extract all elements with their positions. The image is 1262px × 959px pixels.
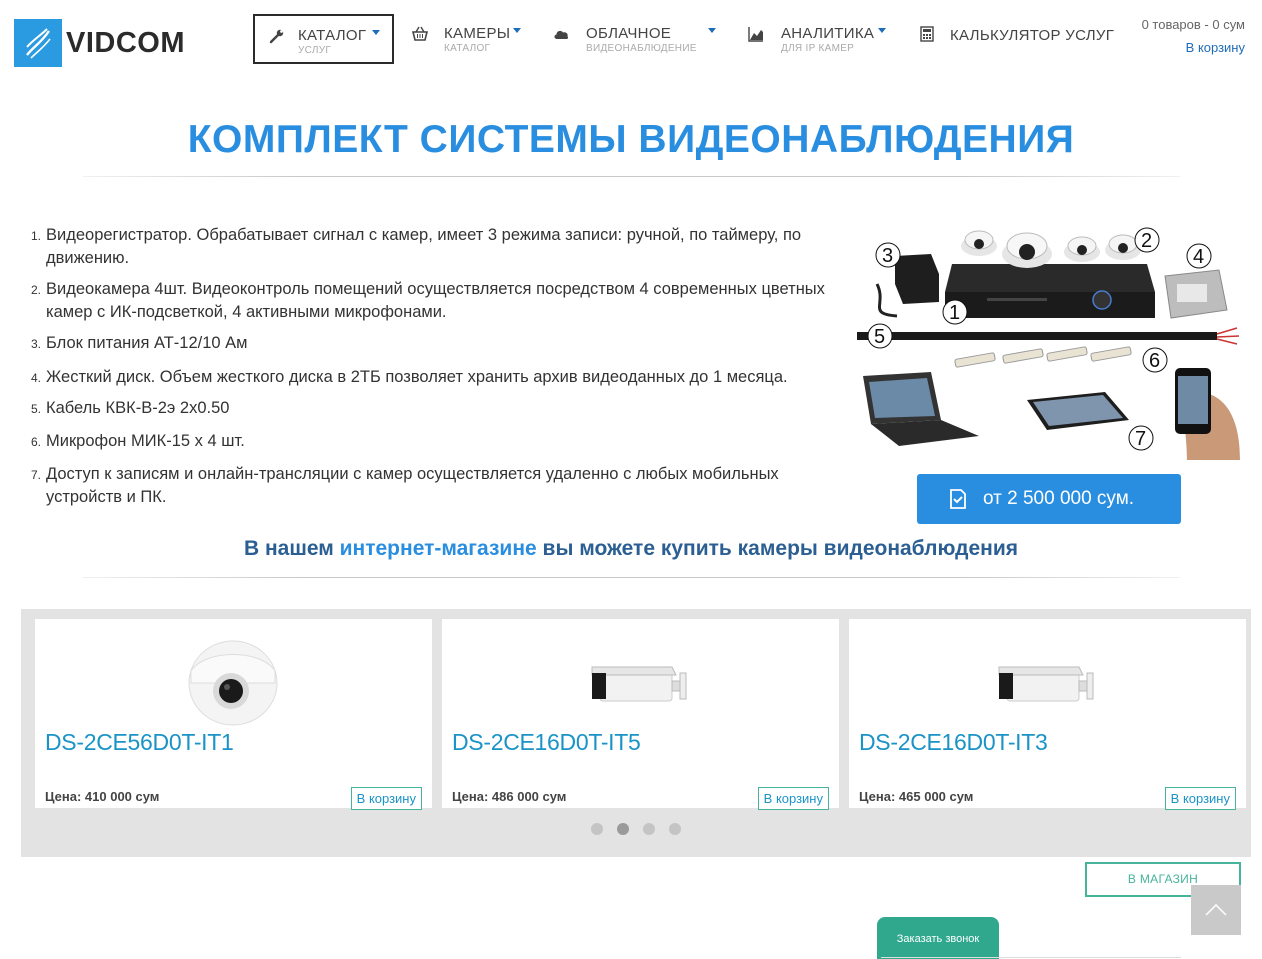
- calculator-icon: [920, 26, 934, 42]
- price-button[interactable]: от 2 500 000 сум.: [917, 474, 1181, 524]
- kit-label: 1: [949, 302, 960, 324]
- product-card[interactable]: DS-2CE16D0T-IT3 Цена: 465 000 сум В корз…: [849, 619, 1246, 810]
- cart-link[interactable]: В корзину: [1186, 40, 1245, 55]
- page-title: КОМПЛЕКТ СИСТЕМЫ ВИДЕОНАБЛЮДЕНИЯ: [187, 118, 1075, 161]
- nav-cameras[interactable]: КАМЕРЫ КАТАЛОГ: [398, 14, 536, 64]
- smartphone-image: [1175, 368, 1240, 460]
- laptop-image: [863, 372, 979, 446]
- add-to-cart-button[interactable]: В корзину: [350, 787, 422, 810]
- list-item: 7. Доступ к записям и онлайн-трансляции …: [31, 465, 779, 506]
- dome-camera-image: [188, 640, 278, 726]
- dvr-image: [945, 264, 1155, 318]
- product-carousel: DS-2CE56D0T-IT1 Цена: 410 000 сум В корз…: [21, 609, 1251, 857]
- request-call-button[interactable]: Заказать звонок: [877, 917, 999, 959]
- nav-analytics-sub: ДЛЯ IP КАМЕР: [781, 43, 855, 54]
- kit-label: 6: [1149, 350, 1160, 372]
- nav-cloud[interactable]: ОБЛАЧНОЕ ВИДЕОНАБЛЮДЕНИЕ: [539, 14, 729, 64]
- nav-cameras-label: КАМЕРЫ: [444, 25, 511, 42]
- microphones-image: [954, 346, 1132, 368]
- product-card[interactable]: DS-2CE16D0T-IT5 Цена: 486 000 сум В корз…: [442, 619, 839, 810]
- carousel-dot[interactable]: [591, 823, 603, 835]
- hard-disk-image: [1164, 269, 1228, 319]
- kit-features-list: 1. Видеорегистратор. Обрабатывает сигнал…: [28, 224, 828, 506]
- bullet-camera-image: [591, 666, 687, 702]
- nav-analytics-label: АНАЛИТИКА: [781, 25, 875, 42]
- tablet-image: [1027, 392, 1129, 430]
- add-to-cart-button[interactable]: В корзину: [1164, 787, 1236, 810]
- add-to-cart-button[interactable]: В корзину: [757, 787, 829, 810]
- nav-catalog-label: КАТАЛОГ: [298, 27, 367, 44]
- carousel-dot-active[interactable]: [617, 823, 629, 835]
- cloud-icon: [554, 30, 569, 39]
- nav-analytics[interactable]: АНАЛИТИКА ДЛЯ IP КАМЕР: [734, 14, 894, 64]
- product-title[interactable]: DS-2CE16D0T-IT3: [859, 729, 1048, 756]
- kit-label: 4: [1193, 246, 1204, 268]
- logo[interactable]: VIDCOM: [14, 19, 185, 67]
- nav-catalog[interactable]: КАТАЛОГ УСЛУГ: [253, 14, 394, 64]
- nav-calculator[interactable]: КАЛЬКУЛЯТОР УСЛУГ: [905, 14, 1115, 64]
- kit-illustration: 1 2 3 4 5 6 7: [857, 227, 1240, 460]
- product-title[interactable]: DS-2CE56D0T-IT1: [45, 729, 234, 756]
- divider: [83, 577, 1180, 578]
- divider: [881, 957, 1181, 958]
- site-header: VIDCOM КАТАЛОГ УСЛУГ КАМЕРЫ КАТАЛОГ ОБЛА…: [0, 0, 1262, 82]
- nav-cameras-sub: КАТАЛОГ: [444, 43, 491, 54]
- product-price: Цена: 486 000 сум: [452, 789, 567, 804]
- document-icon: [950, 489, 966, 509]
- brand-name: VIDCOM: [66, 26, 185, 59]
- kit-label: 5: [874, 326, 885, 348]
- list-item: 4. Жесткий диск. Объем жесткого диска в …: [31, 368, 788, 386]
- shop-promo-text: В нашем интернет-магазине вы можете купи…: [243, 537, 1018, 560]
- nav-calculator-label: КАЛЬКУЛЯТОР УСЛУГ: [950, 27, 1115, 44]
- chevron-down-icon: [372, 30, 380, 35]
- bullet-camera-image: [998, 666, 1094, 702]
- chart-icon: [748, 27, 763, 42]
- cable-image: [857, 327, 1240, 345]
- cart-summary: 0 товаров - 0 сум: [1141, 17, 1245, 32]
- basket-icon: [412, 26, 428, 41]
- scroll-to-top-button[interactable]: [1191, 885, 1241, 935]
- product-title[interactable]: DS-2CE16D0T-IT5: [452, 729, 641, 756]
- kit-label: 7: [1135, 428, 1146, 450]
- list-item: 1. Видеорегистратор. Обрабатывает сигнал…: [31, 226, 802, 267]
- list-item: 2. Видеокамера 4шт. Видеоконтроль помеще…: [31, 280, 825, 321]
- chevron-up-icon: [1205, 904, 1227, 916]
- product-price: Цена: 465 000 сум: [859, 789, 974, 804]
- chevron-down-icon: [513, 28, 521, 33]
- carousel-dot[interactable]: [643, 823, 655, 835]
- price-button-label: от 2 500 000 сум.: [983, 488, 1135, 509]
- dome-cameras-image: [961, 230, 1141, 268]
- nav-cloud-sub: ВИДЕОНАБЛЮДЕНИЕ: [586, 43, 697, 54]
- online-store-link[interactable]: интернет-магазине: [340, 537, 537, 560]
- list-item: 6. Микрофон МИК-15 х 4 шт.: [31, 432, 245, 450]
- product-card[interactable]: DS-2CE56D0T-IT1 Цена: 410 000 сум В корз…: [35, 619, 432, 810]
- nav-catalog-sub: УСЛУГ: [298, 45, 332, 56]
- logo-mark: [14, 19, 62, 67]
- product-price: Цена: 410 000 сум: [45, 789, 160, 804]
- nav-cloud-label: ОБЛАЧНОЕ: [586, 25, 672, 42]
- kit-label: 3: [882, 245, 893, 267]
- chevron-down-icon: [708, 28, 716, 33]
- chevron-down-icon: [878, 28, 886, 33]
- divider: [83, 176, 1180, 177]
- list-item: 3. Блок питания АТ-12/10 Ам: [31, 334, 248, 352]
- carousel-pagination: [21, 823, 1251, 835]
- kit-label: 2: [1141, 230, 1152, 252]
- carousel-dot[interactable]: [669, 823, 681, 835]
- list-item: 5. Кабель КВК-В-2э 2х0.50: [31, 399, 230, 417]
- wrench-icon: [269, 29, 284, 44]
